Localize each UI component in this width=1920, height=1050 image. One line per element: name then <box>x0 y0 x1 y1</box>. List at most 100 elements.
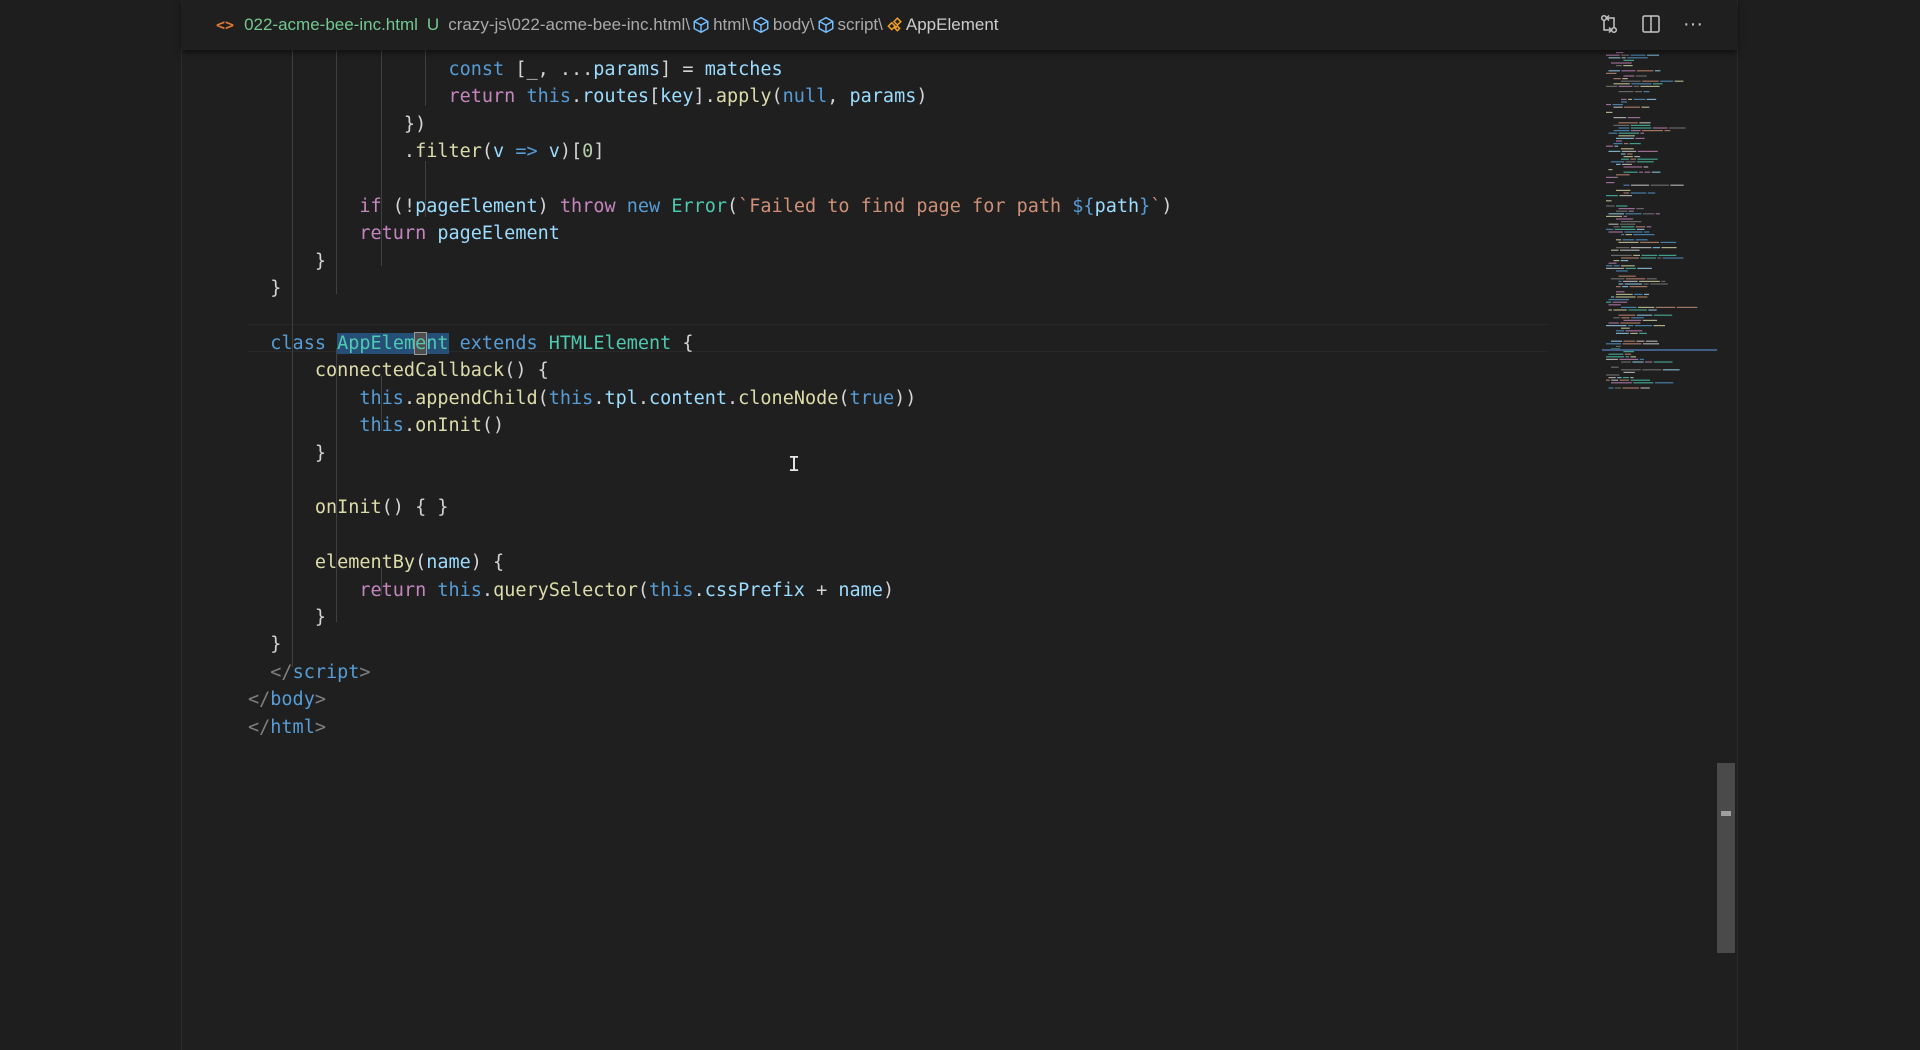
minimap-line <box>1639 280 1660 282</box>
code-line[interactable]: this.onInit() <box>248 412 1548 439</box>
minimap-line <box>1616 189 1631 191</box>
code-line[interactable]: return this.querySelector(this.cssPrefix… <box>248 577 1548 604</box>
minimap-line <box>1606 356 1624 358</box>
breadcrumb-script[interactable]: script <box>838 15 879 35</box>
minimap-line <box>1630 124 1651 126</box>
code-token: routes <box>582 86 649 108</box>
minimap-line <box>1617 377 1622 379</box>
minimap-line <box>1647 54 1660 56</box>
minimap-line <box>1611 62 1632 64</box>
minimap-line <box>1646 226 1652 228</box>
minimap-line <box>1647 192 1656 194</box>
minimap-line <box>1648 309 1657 311</box>
minimap-line <box>1652 247 1660 249</box>
minimap-line <box>1625 234 1632 236</box>
minimap-line <box>1670 184 1684 186</box>
minimap-line <box>1640 387 1650 389</box>
code-line[interactable]: } <box>248 248 1548 275</box>
minimap-line <box>1642 80 1659 82</box>
minimap-line <box>1631 83 1652 85</box>
minimap-line <box>1633 234 1655 236</box>
code-line[interactable]: .filter(v => v)[0] <box>248 138 1548 165</box>
minimap-line <box>1624 143 1629 145</box>
breadcrumb-class[interactable]: AppElement <box>906 15 999 35</box>
code-line[interactable]: } <box>248 440 1548 467</box>
code-line[interactable]: if (!pageElement) throw new Error(`Faile… <box>248 193 1548 220</box>
minimap-line <box>1629 286 1648 288</box>
code-token: v <box>548 141 560 163</box>
code-line[interactable]: elementBy(name) { <box>248 549 1548 576</box>
split-editor-icon[interactable] <box>1639 12 1663 36</box>
vscode-window: <> 022-acme-bee-inc.html U crazy-js\022-… <box>0 0 1920 1050</box>
code-line[interactable]: connectedCallback() { <box>248 357 1548 384</box>
code-token: this <box>649 579 694 601</box>
more-actions-icon[interactable]: ··· <box>1681 12 1705 36</box>
code-line[interactable]: this.appendChild(this.tpl.content.cloneN… <box>248 385 1548 412</box>
minimap-line <box>1653 361 1673 363</box>
code-line[interactable]: class AppElement extends HTMLElement { <box>248 330 1548 357</box>
minimap-line <box>1622 163 1632 165</box>
code-token: apply <box>715 86 772 108</box>
git-compare-icon[interactable] <box>1597 12 1621 36</box>
minimap-line <box>1630 332 1638 334</box>
minimap-line <box>1625 356 1629 358</box>
breadcrumb-body[interactable]: body <box>773 15 810 35</box>
code-token: pageElement <box>437 223 560 245</box>
code-line[interactable]: } <box>248 275 1548 302</box>
code-token: > <box>314 716 326 738</box>
minimap-line <box>1615 296 1636 298</box>
code-token: </ <box>248 716 271 738</box>
minimap-line <box>1606 176 1618 178</box>
code-editor[interactable]: const [_, ...params] = matches return th… <box>248 50 1548 1050</box>
minimap-line <box>1655 306 1676 308</box>
minimap-line <box>1616 218 1634 220</box>
code-line[interactable]: }) <box>248 111 1548 138</box>
code-line[interactable]: return pageElement <box>248 220 1548 247</box>
minimap-line <box>1606 215 1622 217</box>
code-line[interactable]: const [_, ...params] = matches <box>248 56 1548 83</box>
minimap-line <box>1606 145 1613 147</box>
minimap-line <box>1633 85 1640 87</box>
minimap-line <box>1624 231 1643 233</box>
minimap-line <box>1618 283 1624 285</box>
minimap-line <box>1608 57 1621 59</box>
minimap-line <box>1620 322 1641 324</box>
breadcrumb-path[interactable]: crazy-js\022-acme-bee-inc.html\ <box>448 15 690 35</box>
minimap-line <box>1623 377 1629 379</box>
code-token: `Failed to find page for path <box>738 196 1073 217</box>
minimap-line <box>1616 239 1622 241</box>
breadcrumb-filename[interactable]: 022-acme-bee-inc.html <box>244 15 418 35</box>
minimap-line <box>1616 174 1630 176</box>
minimap-line <box>1606 111 1613 113</box>
code-line[interactable]: </html> <box>248 714 1548 741</box>
minimap-line <box>1622 78 1628 80</box>
code-token: throw <box>559 196 616 217</box>
code-line[interactable] <box>248 303 1548 330</box>
code-line[interactable] <box>248 166 1548 193</box>
code-line[interactable]: onInit() { } <box>248 494 1548 521</box>
vertical-scrollbar-thumb[interactable] <box>1717 763 1735 953</box>
code-token: > <box>314 689 326 711</box>
code-line[interactable] <box>248 522 1548 549</box>
minimap-line <box>1639 122 1651 124</box>
minimap-line <box>1636 208 1644 210</box>
code-line[interactable]: return this.routes[key].apply(null, para… <box>248 83 1548 110</box>
code-line[interactable]: </script> <box>248 659 1548 686</box>
indent-guide <box>381 50 382 266</box>
minimap-line <box>1613 83 1630 85</box>
breadcrumb-html[interactable]: html <box>713 15 745 35</box>
minimap-line <box>1630 379 1651 381</box>
minimap-line <box>1613 124 1630 126</box>
code-line[interactable] <box>248 467 1548 494</box>
minimap-line <box>1611 254 1632 256</box>
code-line[interactable]: } <box>248 604 1548 631</box>
minimap-line <box>1621 148 1634 150</box>
minimap[interactable] <box>1604 50 1714 400</box>
code-line[interactable]: </body> <box>248 686 1548 713</box>
minimap-line <box>1635 239 1648 241</box>
code-line[interactable]: } <box>248 631 1548 658</box>
minimap-line <box>1608 322 1619 324</box>
minimap-line <box>1621 221 1642 223</box>
minimap-line <box>1676 306 1698 308</box>
minimap-line <box>1616 163 1621 165</box>
